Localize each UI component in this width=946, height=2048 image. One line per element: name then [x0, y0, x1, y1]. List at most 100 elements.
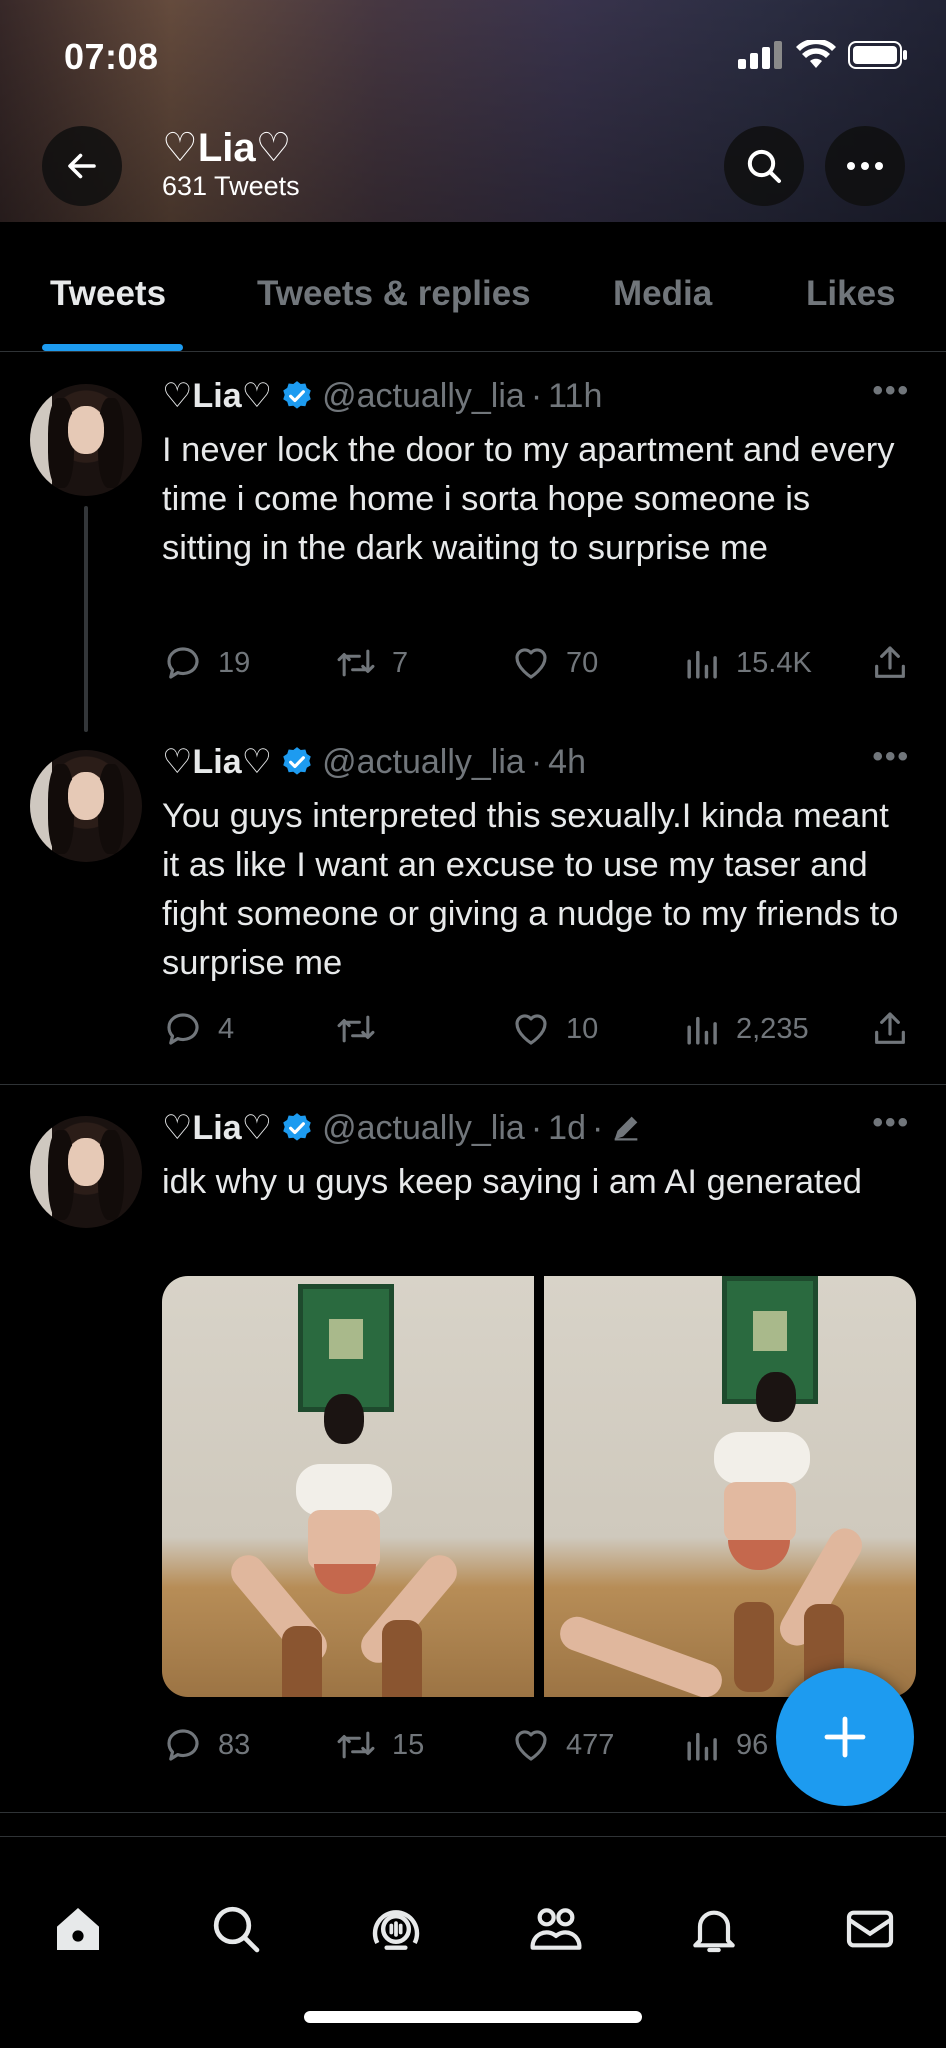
like-button[interactable]: 477 [510, 1724, 614, 1766]
reply-icon [167, 1729, 199, 1761]
nav-notifications[interactable] [684, 1899, 744, 1959]
tab-tweets[interactable]: Tweets [50, 274, 166, 314]
retweet-button[interactable] [334, 1008, 392, 1050]
wifi-icon [796, 40, 836, 68]
notifications-icon [693, 1910, 735, 1953]
plus-icon [824, 1716, 866, 1758]
tab-likes[interactable]: Likes [806, 274, 896, 314]
tweet-count: 631 Tweets [162, 171, 300, 201]
status-time: 07:08 [64, 36, 159, 77]
separator-dot: · [530, 1108, 543, 1147]
views-button[interactable]: 2,235 [684, 1008, 809, 1050]
search-button[interactable] [724, 126, 804, 206]
views-count: 2,235 [736, 1012, 809, 1045]
author-name[interactable]: ♡Lia♡ [162, 376, 272, 416]
reply-button[interactable]: 4 [162, 1008, 234, 1050]
spaces-icon [372, 1910, 420, 1950]
reply-button[interactable]: 19 [162, 642, 250, 684]
retweet-icon [337, 649, 375, 677]
like-button[interactable]: 10 [510, 1008, 598, 1050]
more-icon [847, 162, 883, 170]
avatar[interactable] [30, 750, 142, 862]
tweet-time: 1d [548, 1108, 586, 1147]
tweet[interactable]: ♡Lia♡ @actually_lia · 4h ••• You guys in… [0, 718, 946, 1084]
tweet-time: 4h [548, 742, 586, 781]
tab-tweets-replies[interactable]: Tweets & replies [257, 274, 531, 314]
verified-badge-icon [280, 745, 314, 779]
tweet[interactable]: ♡Lia♡ @actually_lia · 11h ••• I never lo… [0, 352, 946, 732]
tweet-header: ♡Lia♡ @actually_lia · 1d · [162, 1108, 643, 1148]
tweet-photo[interactable] [162, 1276, 534, 1697]
arrow-left-icon [68, 153, 96, 179]
tweet-more-icon[interactable]: ••• [872, 1106, 910, 1140]
verified-badge-icon [280, 1111, 314, 1145]
retweet-count: 15 [392, 1728, 425, 1761]
tweet-photo[interactable] [544, 1276, 916, 1697]
nav-home[interactable] [48, 1899, 108, 1959]
search-icon [747, 149, 781, 183]
like-count: 477 [566, 1728, 615, 1761]
tweet-more-icon[interactable]: ••• [872, 374, 910, 408]
avatar[interactable] [30, 384, 142, 496]
tweet-more-icon[interactable]: ••• [872, 740, 910, 774]
views-button[interactable]: 15.4K [684, 642, 812, 684]
cellular-signal-icon [738, 41, 782, 69]
views-icon [687, 650, 717, 679]
status-icons [738, 40, 908, 70]
author-name[interactable]: ♡Lia♡ [162, 742, 272, 782]
search-icon [213, 1906, 260, 1953]
reply-icon [167, 647, 199, 679]
separator-dot: · [530, 376, 543, 415]
profile-screen: 07:08 ♡Lia♡ 631 Tweets Tweets Tweets & r… [0, 0, 946, 2048]
like-button[interactable]: 70 [510, 642, 598, 684]
heart-icon [515, 1014, 547, 1045]
profile-name: ♡Lia♡ [162, 126, 292, 170]
profile-tabs: Tweets Tweets & replies Media Likes [0, 222, 946, 352]
author-handle[interactable]: @actually_lia [322, 377, 525, 416]
reply-icon [167, 1013, 199, 1045]
battery-icon [848, 41, 907, 69]
heart-icon [515, 648, 547, 679]
home-indicator[interactable] [304, 2011, 642, 2023]
home-icon [57, 1908, 99, 1950]
nav-messages[interactable] [840, 1899, 900, 1959]
tweet-actions: 19 7 70 15.4K [162, 642, 922, 686]
compose-tweet-button[interactable] [776, 1668, 914, 1806]
tweet-divider [0, 1812, 946, 1813]
views-button[interactable]: 96 [684, 1724, 768, 1766]
wall-frame [298, 1284, 394, 1412]
separator-dot: · [591, 1108, 604, 1147]
communities-icon [530, 1908, 582, 1950]
avatar[interactable] [30, 1116, 142, 1228]
reply-count: 4 [218, 1012, 235, 1045]
share-icon [875, 646, 905, 678]
nav-search[interactable] [206, 1899, 266, 1959]
nav-spaces[interactable] [366, 1899, 426, 1959]
more-button[interactable] [825, 126, 905, 206]
messages-icon [846, 1910, 894, 1948]
reply-button[interactable]: 83 [162, 1724, 250, 1766]
like-count: 10 [566, 1012, 599, 1045]
share-button[interactable] [870, 642, 910, 684]
views-count: 15.4K [736, 646, 812, 679]
share-button[interactable] [870, 1008, 910, 1050]
profile-header-banner: 07:08 ♡Lia♡ 631 Tweets [0, 0, 946, 222]
views-count: 96 [736, 1728, 769, 1761]
retweet-button[interactable]: 7 [334, 642, 408, 684]
reply-count: 83 [218, 1728, 251, 1761]
nav-communities[interactable] [526, 1899, 586, 1959]
tweet-actions: 4 10 2,235 [162, 1008, 922, 1052]
tweet-header: ♡Lia♡ @actually_lia · 11h [162, 376, 602, 416]
tab-media[interactable]: Media [613, 274, 712, 314]
retweet-icon [337, 1731, 375, 1759]
tweet-media-grid [162, 1276, 916, 1697]
author-handle[interactable]: @actually_lia [322, 1109, 525, 1148]
author-handle[interactable]: @actually_lia [322, 743, 525, 782]
tweet-header: ♡Lia♡ @actually_lia · 4h [162, 742, 586, 782]
header-title: ♡Lia♡ 631 Tweets [162, 126, 300, 202]
retweet-count: 7 [392, 646, 409, 679]
retweet-button[interactable]: 15 [334, 1724, 424, 1766]
back-button[interactable] [42, 126, 122, 206]
author-name[interactable]: ♡Lia♡ [162, 1108, 272, 1148]
tweet-text: You guys interpreted this sexually.I kin… [162, 797, 899, 982]
